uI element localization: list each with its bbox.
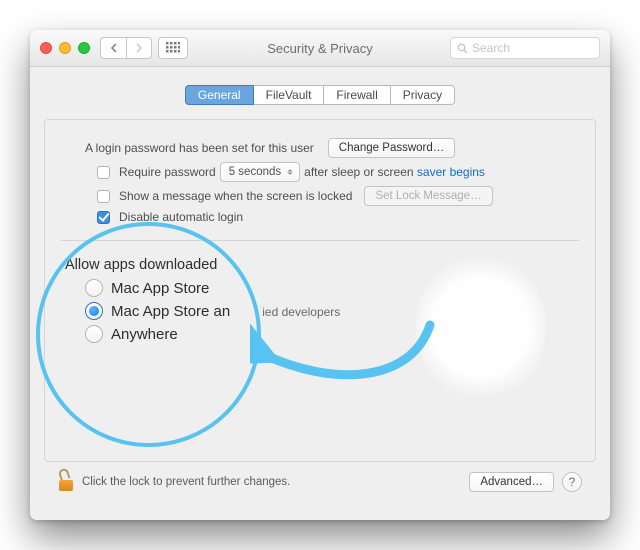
set-lock-message-button[interactable]: Set Lock Message… xyxy=(364,186,492,206)
forward-button[interactable] xyxy=(126,37,152,59)
grid-icon xyxy=(166,42,180,54)
divider xyxy=(61,240,579,241)
general-panel: A login password has been set for this u… xyxy=(44,119,596,462)
search-icon xyxy=(457,43,468,54)
allow-mac-app-store-label: Mac App Store xyxy=(111,280,209,297)
require-password-suffix: after sleep or screen saver begins xyxy=(304,165,485,179)
lock-icon[interactable] xyxy=(58,473,74,491)
tab-general[interactable]: General xyxy=(185,85,254,105)
show-all-button[interactable] xyxy=(158,37,188,59)
close-window-button[interactable] xyxy=(40,42,52,54)
change-password-button[interactable]: Change Password… xyxy=(328,138,455,158)
footer: Click the lock to prevent further change… xyxy=(44,462,596,506)
back-button[interactable] xyxy=(100,37,126,59)
traffic-lights xyxy=(40,42,90,54)
zoom-window-button[interactable] xyxy=(78,42,90,54)
disable-auto-login-checkbox[interactable] xyxy=(97,211,110,224)
allow-identified-devs-radio[interactable] xyxy=(85,302,103,320)
tab-firewall[interactable]: Firewall xyxy=(324,85,390,105)
advanced-button[interactable]: Advanced… xyxy=(469,472,554,492)
require-password-checkbox[interactable] xyxy=(97,166,110,179)
window-title: Security & Privacy xyxy=(267,41,372,56)
login-password-text: A login password has been set for this u… xyxy=(85,141,314,155)
tab-bar: General FileVault Firewall Privacy xyxy=(44,85,596,105)
allow-identified-devs-label: Mac App Store anied developers xyxy=(111,303,340,320)
require-password-delay-select[interactable]: 5 seconds xyxy=(220,162,300,182)
lock-text: Click the lock to prevent further change… xyxy=(82,476,290,488)
chevron-left-icon xyxy=(110,43,118,53)
disable-auto-login-label: Disable automatic login xyxy=(119,210,243,224)
search-input[interactable]: Search xyxy=(450,37,600,59)
tab-privacy[interactable]: Privacy xyxy=(391,85,455,105)
allow-anywhere-label: Anywhere xyxy=(111,326,178,343)
minimize-window-button[interactable] xyxy=(59,42,71,54)
show-message-checkbox[interactable] xyxy=(97,190,110,203)
allow-mac-app-store-radio[interactable] xyxy=(85,279,103,297)
content-area: General FileVault Firewall Privacy A log… xyxy=(30,67,610,520)
titlebar: Security & Privacy Search xyxy=(30,30,610,67)
allow-anywhere-radio[interactable] xyxy=(85,325,103,343)
chevron-right-icon xyxy=(135,43,143,53)
allow-apps-title: Allow apps downloaded xyxy=(65,257,579,273)
show-message-label: Show a message when the screen is locked xyxy=(119,189,352,203)
help-button[interactable]: ? xyxy=(562,472,582,492)
require-password-label: Require password xyxy=(119,165,216,179)
preferences-window: Security & Privacy Search General FileVa… xyxy=(30,30,610,520)
tab-filevault[interactable]: FileVault xyxy=(254,85,325,105)
search-placeholder: Search xyxy=(472,41,510,55)
